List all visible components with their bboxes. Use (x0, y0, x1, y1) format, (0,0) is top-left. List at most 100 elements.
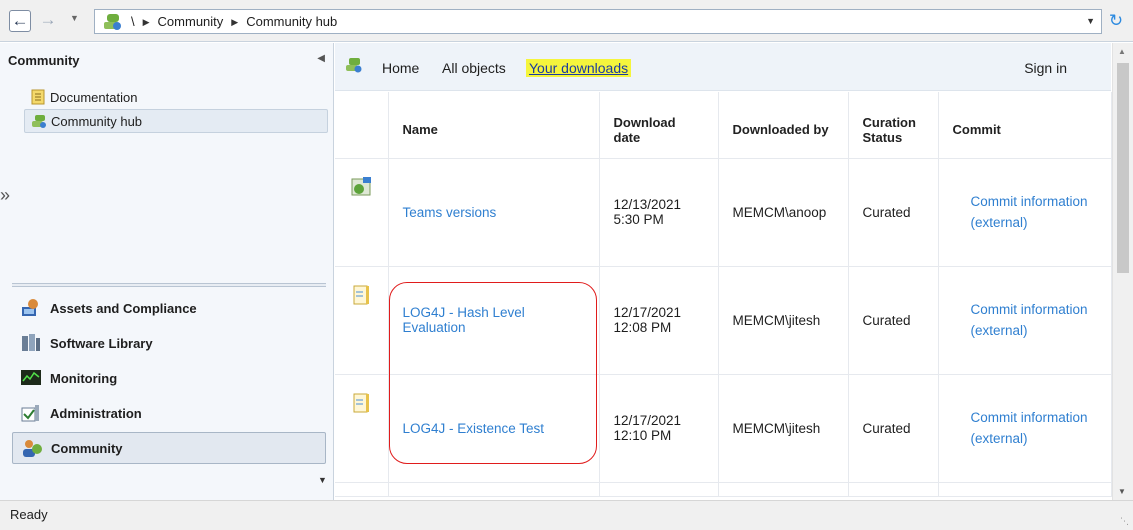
resize-grip-icon[interactable]: ⋱ (1120, 516, 1129, 527)
content-pane: Home All objects Your downloads Sign in … (335, 43, 1133, 500)
arrow-right-icon: → (39, 10, 57, 29)
tree-item-documentation[interactable]: Documentation (24, 85, 143, 109)
table-row[interactable] (335, 482, 1112, 497)
downloaded-by-cell: MEMCM\anoop (718, 158, 849, 267)
curation-status-cell: Curated (848, 266, 939, 375)
workspace-administration[interactable]: Administration (12, 397, 326, 429)
scrollbar-thumb[interactable] (1117, 63, 1129, 273)
community-hub-icon (104, 14, 121, 30)
tree-item-community-hub[interactable]: Community hub (24, 109, 328, 133)
workspace-software-library[interactable]: Software Library (12, 327, 326, 359)
downloaded-by-cell: MEMCM\jitesh (718, 266, 849, 375)
name-cell: LOG4J - Hash Level Evaluation (388, 266, 600, 375)
commit-information-link[interactable]: Commit information (external) (953, 407, 1097, 449)
arrow-left-icon: ← (11, 11, 29, 30)
column-header-curation-status[interactable]: Curation Status (848, 92, 939, 159)
workspace-assets-and-compliance[interactable]: Assets and Compliance (12, 292, 326, 324)
nav-all-objects-link[interactable]: All objects (442, 60, 506, 76)
name-cell: LOG4J - Existence Test (388, 374, 600, 483)
row-icon-cell (335, 374, 389, 483)
chevron-down-icon: ▼ (318, 475, 327, 485)
address-dropdown-button[interactable]: ▼ (1086, 16, 1095, 26)
workspace-label: Monitoring (50, 370, 118, 386)
chevron-right-icon[interactable]: ▶ (231, 17, 238, 27)
expand-pane-icon[interactable]: » (0, 185, 10, 206)
column-header-commit[interactable]: Commit (938, 92, 1112, 159)
app-package-icon (351, 176, 372, 195)
workspace-label: Assets and Compliance (50, 300, 197, 316)
nav-home-link[interactable]: Home (382, 60, 419, 76)
software-library-icon (22, 334, 40, 351)
column-header-download-date[interactable]: Download date (599, 92, 719, 159)
document-icon (31, 89, 45, 105)
path-community-hub[interactable]: Community hub (246, 14, 337, 29)
scroll-up-icon[interactable]: ▲ (1118, 47, 1126, 56)
commit-information-link[interactable]: Commit information (external) (953, 191, 1097, 233)
column-header-name[interactable]: Name (388, 92, 600, 159)
time-text: 12:08 PM (613, 320, 672, 335)
script-icon (353, 393, 370, 412)
hub-nav-bar: Home All objects Your downloads Sign in (335, 43, 1111, 91)
item-name-link[interactable]: LOG4J - Hash Level Evaluation (403, 305, 525, 335)
history-dropdown-button[interactable]: ▼ (70, 13, 79, 23)
sign-in-link[interactable]: Sign in (1024, 60, 1067, 76)
community-hub-icon (32, 115, 46, 128)
workspace-splitter[interactable] (12, 283, 326, 287)
date-text: 12/13/2021 (613, 197, 682, 212)
table-row[interactable]: Teams versions 12/13/2021 5:30 PM MEMCM\a… (335, 158, 1112, 267)
row-icon-cell (335, 482, 389, 497)
address-bar: ← → ▼ \ ▶ Community ▶ Community hub ▼ ↻ (0, 0, 1133, 42)
workspace-label: Administration (50, 405, 142, 421)
path-community[interactable]: Community (158, 14, 224, 29)
path-root[interactable]: \ (131, 14, 135, 29)
workspace-community[interactable]: Community (12, 432, 326, 464)
assets-compliance-icon (22, 299, 38, 316)
curation-status-cell: Curated (848, 374, 939, 483)
name-cell: Teams versions (388, 158, 600, 267)
column-header-downloaded-by[interactable]: Downloaded by (718, 92, 849, 159)
status-text: Ready (10, 507, 48, 522)
monitoring-icon (21, 370, 41, 385)
commit-cell: Commit information (external) (938, 266, 1112, 375)
download-date-cell: 12/13/2021 5:30 PM (599, 158, 719, 267)
row-icon-cell (335, 266, 389, 375)
status-bar: Ready ⋱ (0, 500, 1133, 530)
chevron-right-icon[interactable]: ▶ (143, 17, 150, 27)
time-text: 5:30 PM (613, 212, 664, 227)
nav-your-downloads-link[interactable]: Your downloads (526, 59, 632, 77)
table-header-row: Name Download date Downloaded by Curatio… (335, 92, 1112, 159)
workspace-monitoring[interactable]: Monitoring (12, 362, 326, 394)
workspace-label: Community (51, 440, 123, 456)
navigation-pane: Community ◀ Documentation Community hub … (0, 43, 334, 500)
date-text: 12/17/2021 (613, 413, 682, 428)
row-icon-cell (335, 158, 389, 267)
refresh-button[interactable]: ↻ (1106, 11, 1126, 31)
commit-information-link[interactable]: Commit information (external) (953, 299, 1097, 341)
time-text: 12:10 PM (613, 428, 672, 443)
commit-cell: Commit information (external) (938, 374, 1112, 483)
chevron-left-icon: ◀ (317, 53, 325, 64)
tree-item-label: Documentation (50, 89, 138, 105)
more-workspaces-button[interactable]: ▼ (318, 475, 327, 485)
download-date-cell: 12/17/2021 12:10 PM (599, 374, 719, 483)
address-path-box[interactable]: \ ▶ Community ▶ Community hub ▼ (94, 9, 1102, 34)
community-hub-icon (346, 58, 362, 73)
item-name-link[interactable]: LOG4J - Existence Test (403, 421, 545, 436)
forward-button[interactable]: → (37, 10, 59, 32)
item-name-link[interactable]: Teams versions (403, 205, 497, 220)
back-button[interactable]: ← (9, 10, 31, 32)
commit-cell: Commit information (external) (938, 158, 1112, 267)
download-date-cell: 12/17/2021 12:08 PM (599, 266, 719, 375)
workspace-label: Software Library (50, 335, 153, 351)
date-text: 12/17/2021 (613, 305, 682, 320)
community-icon (23, 440, 42, 457)
collapse-pane-button[interactable]: ◀ (317, 53, 325, 64)
table-row[interactable]: LOG4J - Hash Level Evaluation 12/17/2021… (335, 266, 1112, 375)
vertical-scrollbar[interactable]: ▲ ▼ (1112, 43, 1133, 500)
scroll-down-icon[interactable]: ▼ (1118, 487, 1126, 496)
tree-item-label: Community hub (51, 113, 143, 129)
refresh-icon: ↻ (1108, 11, 1124, 30)
pane-title: Community (8, 53, 80, 68)
curation-status-cell: Curated (848, 158, 939, 267)
table-row[interactable]: LOG4J - Existence Test 12/17/2021 12:10 P… (335, 374, 1112, 483)
